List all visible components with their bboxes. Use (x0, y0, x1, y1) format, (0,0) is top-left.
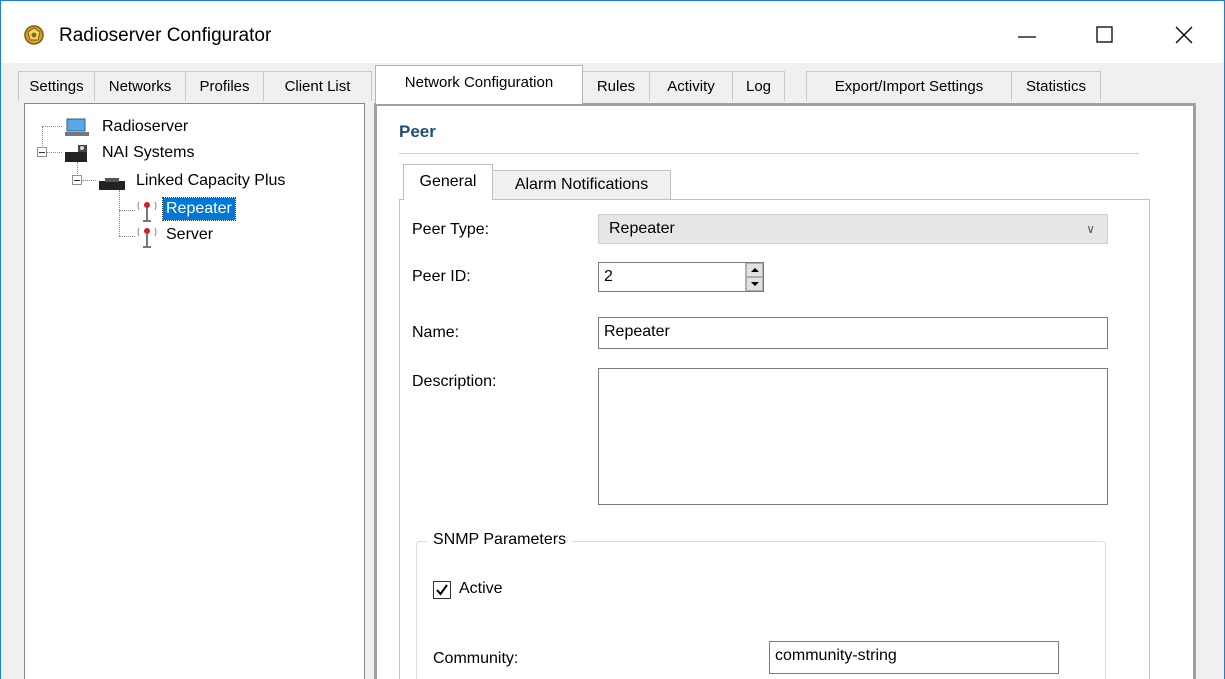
peer-type-label: Peer Type: (412, 221, 490, 238)
network-icon (65, 145, 87, 162)
tab-rules[interactable]: Rules (582, 71, 650, 101)
description-textarea[interactable] (598, 368, 1108, 505)
tree-item-label: NAI Systems (102, 144, 195, 161)
subtab-general[interactable]: General (403, 164, 493, 200)
maximize-button[interactable] (1082, 13, 1128, 57)
tab-log[interactable]: Log (732, 71, 785, 101)
tab-networks[interactable]: Networks (94, 71, 186, 101)
spin-up-button[interactable] (746, 263, 763, 277)
antenna-icon (137, 227, 157, 248)
arrow-down-icon (751, 282, 759, 286)
active-label: Active (459, 580, 503, 597)
tree-connector (47, 152, 62, 153)
chevron-down-icon: ∨ (1086, 222, 1095, 236)
section-title: Peer (399, 122, 436, 141)
tab-network-configuration[interactable]: Network Configuration (375, 65, 583, 104)
general-tab-content: Peer Type: Repeater ∨ Peer ID: 2 Name: R… (399, 199, 1150, 679)
tab-export-import-settings[interactable]: Export/Import Settings (806, 71, 1012, 101)
main-tab-strip: Settings Networks Profiles Client List N… (1, 63, 1224, 104)
tree-item-label: Server (166, 226, 214, 243)
tab-profiles[interactable]: Profiles (185, 71, 264, 101)
tree-item-server[interactable]: Server (135, 224, 275, 248)
computer-icon (65, 118, 89, 136)
tab-client-list[interactable]: Client List (263, 71, 372, 101)
description-label: Description: (412, 373, 497, 390)
tab-activity[interactable]: Activity (649, 71, 733, 101)
tab-statistics[interactable]: Statistics (1011, 71, 1101, 101)
name-value: Repeater (604, 323, 670, 340)
tree-item-label: Repeater (162, 197, 236, 221)
app-window: Radioserver Configurator Settings Networ… (0, 0, 1225, 679)
arrow-up-icon (751, 268, 759, 272)
community-value: community-string (775, 647, 897, 664)
close-button[interactable] (1161, 13, 1207, 57)
peer-panel: Peer General Alarm Notifications Peer Ty… (374, 103, 1196, 679)
network-tree[interactable]: Radioserver NAI Systems Linked Capacity … (24, 103, 365, 679)
peer-type-value: Repeater (609, 220, 675, 237)
app-icon (24, 25, 44, 45)
tree-item-repeater[interactable]: Repeater (135, 197, 275, 222)
minimize-icon (1018, 36, 1036, 38)
group-title: SNMP Parameters (427, 531, 573, 549)
tree-connector (82, 180, 96, 181)
peer-id-value: 2 (604, 268, 613, 285)
tree-item-nai-systems[interactable]: NAI Systems (63, 142, 263, 166)
tab-settings[interactable]: Settings (18, 71, 95, 101)
checkmark-icon (436, 584, 448, 596)
antenna-icon (137, 201, 157, 222)
community-label: Community: (433, 650, 519, 667)
name-label: Name: (412, 324, 460, 341)
window-title: Radioserver Configurator (59, 25, 272, 46)
peer-id-stepper[interactable]: 2 (598, 262, 764, 292)
close-icon (1175, 26, 1193, 44)
tree-item-label: Radioserver (102, 118, 189, 135)
tree-connector (119, 210, 135, 211)
peer-id-label: Peer ID: (412, 268, 471, 285)
minimize-button[interactable] (1004, 13, 1050, 57)
tree-collapse-toggle[interactable] (37, 147, 47, 157)
spin-down-button[interactable] (746, 277, 763, 291)
tree-connector (119, 236, 135, 237)
title-bar: Radioserver Configurator (1, 1, 1224, 63)
community-input[interactable]: community-string (769, 641, 1059, 674)
active-checkbox[interactable] (433, 581, 451, 599)
peer-id-spin-buttons (745, 263, 763, 291)
tree-connector (42, 126, 43, 146)
tree-item-radioserver[interactable]: Radioserver (63, 116, 263, 140)
tree-connector (42, 126, 62, 127)
subtab-alarm-notifications[interactable]: Alarm Notifications (492, 170, 671, 199)
section-divider (399, 153, 1139, 154)
network-device-icon (99, 178, 125, 190)
tree-item-label: Linked Capacity Plus (136, 172, 286, 189)
maximize-icon (1096, 26, 1113, 43)
name-input[interactable]: Repeater (598, 317, 1108, 349)
peer-type-dropdown[interactable]: Repeater ∨ (598, 214, 1108, 244)
tree-connector (119, 190, 120, 236)
snmp-parameters-group: SNMP Parameters Active Community: commun… (416, 531, 1106, 679)
tree-collapse-toggle[interactable] (72, 175, 82, 185)
tree-item-linked-capacity-plus[interactable]: Linked Capacity Plus (97, 170, 337, 194)
